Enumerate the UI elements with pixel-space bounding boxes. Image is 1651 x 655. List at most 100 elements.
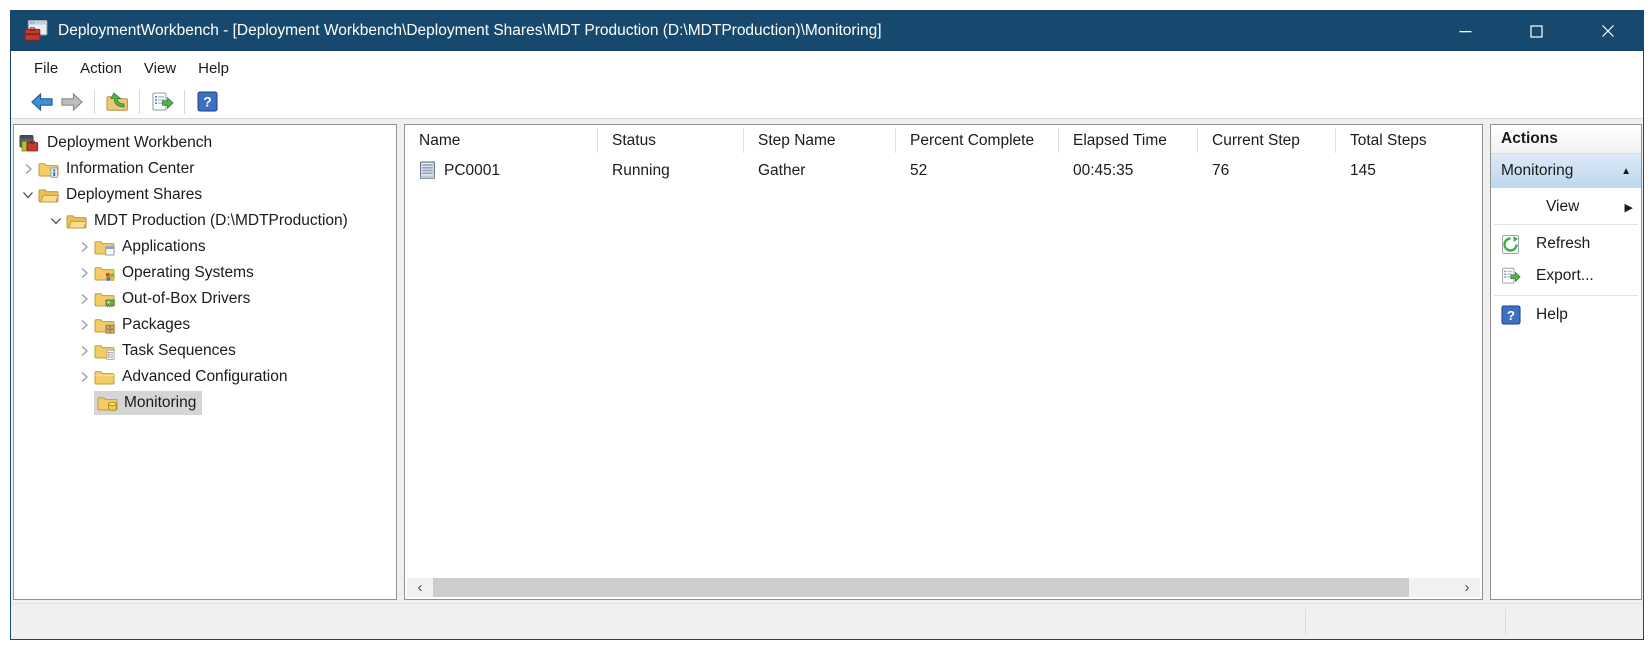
action-view[interactable]: View ▶ xyxy=(1491,193,1641,221)
status-bar xyxy=(11,603,1643,639)
tree-item-mdt-production[interactable]: MDT Production (D:\MDTProduction) xyxy=(14,208,396,234)
cell-current-step: 76 xyxy=(1198,156,1336,185)
toolbar-separator xyxy=(184,90,185,114)
folder-os-icon xyxy=(94,264,115,282)
scrollbar-track[interactable] xyxy=(433,578,1454,597)
computer-list-icon xyxy=(419,161,436,180)
svg-text:?: ? xyxy=(203,94,212,110)
action-export[interactable]: Export... xyxy=(1491,260,1641,292)
tree-item-task-sequences[interactable]: Task Sequences xyxy=(14,338,396,364)
app-window: DeploymentWorkbench - [Deployment Workbe… xyxy=(10,10,1644,640)
folder-info-icon xyxy=(38,160,59,178)
actions-group-label: Monitoring xyxy=(1501,162,1573,180)
chevron-right-icon[interactable] xyxy=(74,318,94,332)
up-one-level-icon[interactable] xyxy=(104,90,130,114)
menu-file[interactable]: File xyxy=(23,51,69,85)
refresh-icon xyxy=(1500,234,1521,255)
window-title: DeploymentWorkbench - [Deployment Workbe… xyxy=(58,22,882,40)
action-refresh[interactable]: Refresh xyxy=(1491,228,1641,260)
horizontal-scrollbar[interactable]: ‹ › xyxy=(407,578,1480,597)
tree-item-label: Advanced Configuration xyxy=(122,367,287,387)
menu-help[interactable]: Help xyxy=(187,51,240,85)
tree-item-deployment-shares[interactable]: Deployment Shares xyxy=(14,182,396,208)
folder-plain-icon xyxy=(94,368,115,386)
actions-list: View ▶ Refresh xyxy=(1491,188,1641,331)
back-icon[interactable] xyxy=(29,90,55,114)
menu-view[interactable]: View xyxy=(133,51,187,85)
tree-item-label: Out-of-Box Drivers xyxy=(122,289,250,309)
tree-item-operating-systems[interactable]: Operating Systems xyxy=(14,260,396,286)
chevron-right-icon[interactable] xyxy=(74,292,94,306)
chevron-down-icon[interactable] xyxy=(46,214,66,228)
actions-panel: Actions Monitoring ▲ View ▶ xyxy=(1490,124,1642,600)
tree-item-packages[interactable]: Packages xyxy=(14,312,396,338)
cell-percent-complete: 52 xyxy=(896,156,1059,185)
close-button[interactable] xyxy=(1572,11,1643,51)
chevron-down-icon[interactable] xyxy=(18,188,38,202)
tree-item-label: Deployment Shares xyxy=(66,185,202,205)
action-help[interactable]: ? Help xyxy=(1491,299,1641,331)
chevron-right-icon[interactable] xyxy=(18,162,38,176)
forward-icon[interactable] xyxy=(59,90,85,114)
action-label: Help xyxy=(1536,306,1568,324)
tree-item-label: Operating Systems xyxy=(122,263,254,283)
chevron-right-icon[interactable] xyxy=(74,266,94,280)
cell-name: PC0001 xyxy=(405,156,598,185)
column-header-name[interactable]: Name xyxy=(405,125,598,156)
column-header-percent-complete[interactable]: Percent Complete xyxy=(896,125,1059,156)
content-area: Deployment Workbench Information Center xyxy=(11,119,1643,603)
toolbar-separator xyxy=(139,90,140,114)
app-icon xyxy=(23,18,49,44)
column-header-elapsed-time[interactable]: Elapsed Time xyxy=(1059,125,1198,156)
list-header-row: Name Status Step Name Percent Complete E… xyxy=(405,125,1482,156)
column-header-step-name[interactable]: Step Name xyxy=(744,125,896,156)
tree-item-label: MDT Production (D:\MDTProduction) xyxy=(94,211,348,231)
tree-item-label: Deployment Workbench xyxy=(47,133,212,153)
cell-name-text: PC0001 xyxy=(444,162,500,180)
menu-bar: File Action View Help xyxy=(11,51,1643,85)
folder-drivers-icon xyxy=(94,290,115,308)
tree-item-monitoring[interactable]: Monitoring xyxy=(14,390,396,416)
column-header-status[interactable]: Status xyxy=(598,125,744,156)
results-panel: Name Status Step Name Percent Complete E… xyxy=(404,124,1483,600)
column-header-current-step[interactable]: Current Step xyxy=(1198,125,1336,156)
tree-item-deployment-workbench[interactable]: Deployment Workbench xyxy=(14,130,396,156)
table-row[interactable]: PC0001 Running Gather 52 00:45:35 76 145 xyxy=(405,156,1482,185)
workbench-icon xyxy=(19,134,40,152)
window-controls xyxy=(1430,11,1643,51)
help-icon[interactable]: ? xyxy=(194,90,220,114)
chevron-right-icon[interactable] xyxy=(74,370,94,384)
maximize-button[interactable] xyxy=(1501,11,1572,51)
selected-tree-item-highlight[interactable]: Monitoring xyxy=(94,391,202,415)
actions-separator xyxy=(1494,224,1638,225)
actions-separator xyxy=(1494,295,1638,296)
tree-item-advanced-configuration[interactable]: Advanced Configuration xyxy=(14,364,396,390)
scroll-left-icon[interactable]: ‹ xyxy=(407,578,433,597)
export-list-icon xyxy=(1500,266,1521,287)
collapse-icon[interactable]: ▲ xyxy=(1621,166,1631,177)
tree-item-out-of-box-drivers[interactable]: Out-of-Box Drivers xyxy=(14,286,396,312)
status-bar-separator xyxy=(1505,609,1506,634)
export-list-icon[interactable] xyxy=(149,90,175,114)
chevron-right-icon[interactable] xyxy=(74,344,94,358)
actions-group-monitoring[interactable]: Monitoring ▲ xyxy=(1491,154,1641,188)
tree-item-label: Information Center xyxy=(66,159,194,179)
help-icon: ? xyxy=(1500,305,1521,326)
scrollbar-thumb[interactable] xyxy=(433,578,1409,597)
minimize-button[interactable] xyxy=(1430,11,1501,51)
chevron-right-icon[interactable] xyxy=(74,240,94,254)
cell-elapsed-time: 00:45:35 xyxy=(1059,156,1198,185)
cell-step-name: Gather xyxy=(744,156,896,185)
folder-applications-icon xyxy=(94,238,115,256)
tree-item-label: Task Sequences xyxy=(122,341,236,361)
column-header-total-steps[interactable]: Total Steps xyxy=(1336,125,1482,156)
folder-monitoring-icon xyxy=(97,394,118,412)
tree-item-label: Applications xyxy=(122,237,206,257)
tree-item-applications[interactable]: Applications xyxy=(14,234,396,260)
folder-open-icon xyxy=(66,212,87,230)
status-bar-separator xyxy=(1305,609,1306,634)
menu-action[interactable]: Action xyxy=(69,51,133,85)
expander-placeholder xyxy=(74,396,94,410)
tree-item-information-center[interactable]: Information Center xyxy=(14,156,396,182)
scroll-right-icon[interactable]: › xyxy=(1454,578,1480,597)
